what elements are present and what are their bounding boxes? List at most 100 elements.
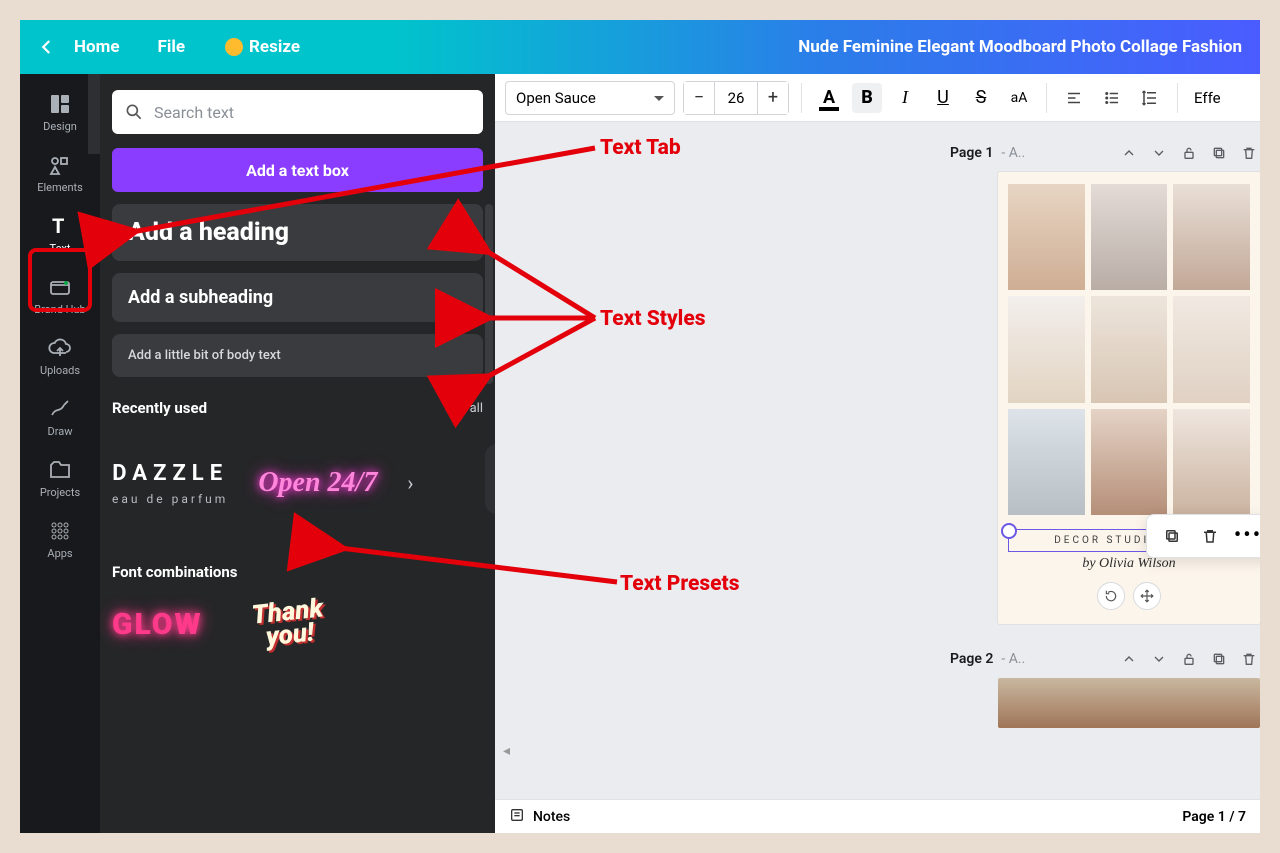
page2-duplicate-icon[interactable] [1208, 648, 1230, 670]
thumb[interactable] [1008, 184, 1085, 290]
combo-thank-you[interactable]: Thank you! [250, 597, 326, 651]
rail-design-label: Design [43, 120, 77, 133]
move-icon[interactable] [1133, 582, 1161, 610]
panel-scrollbar[interactable] [485, 204, 493, 384]
font-size-group: − + [683, 81, 789, 115]
page1-down[interactable] [1148, 142, 1170, 164]
duplicate-element-icon[interactable] [1161, 525, 1183, 547]
rail-draw[interactable]: Draw [30, 397, 90, 438]
thumb[interactable] [1091, 296, 1168, 402]
presets-next[interactable]: › [407, 471, 413, 495]
thumb[interactable] [1008, 296, 1085, 402]
resize-button[interactable]: Resize [225, 37, 300, 57]
home-link[interactable]: Home [74, 37, 120, 57]
page1-subtitle: - A.. [1001, 145, 1025, 161]
artboard-controls [1008, 582, 1250, 610]
effects-button[interactable]: Effe [1194, 89, 1221, 107]
page1-artboard[interactable]: DECOR STUDIO & CO. by Olivia Wilson ••• [998, 172, 1260, 624]
page2-subtitle: - A.. [1001, 651, 1025, 667]
thumb[interactable] [1173, 409, 1250, 515]
page1-header: Page 1 - A.. [950, 142, 1260, 164]
bold-button[interactable]: B [852, 83, 882, 113]
thumb[interactable] [1173, 184, 1250, 290]
document-title[interactable]: Nude Feminine Elegant Moodboard Photo Co… [798, 37, 1242, 57]
file-menu[interactable]: File [158, 37, 186, 57]
page2-delete-icon[interactable] [1238, 648, 1260, 670]
byline-text[interactable]: by Olivia Wilson [1008, 556, 1250, 572]
spacing-button[interactable] [1135, 83, 1165, 113]
page1-delete-icon[interactable] [1238, 142, 1260, 164]
page2-header: Page 2 - A.. [950, 648, 1260, 670]
text-toolbar: Open Sauce − + A B I U S aA Effe [495, 74, 1260, 122]
search-icon [124, 102, 144, 122]
back-button[interactable] [38, 38, 56, 56]
letter-case-button[interactable]: aA [1004, 83, 1034, 113]
page1-label: Page 1 [950, 145, 993, 161]
page1-lock-icon[interactable] [1178, 142, 1200, 164]
more-options-icon[interactable]: ••• [1237, 525, 1259, 547]
font-combinations-row: GLOW Thank you! [112, 601, 483, 648]
font-combinations-label: Font combinations [112, 563, 483, 581]
page1-up[interactable] [1118, 142, 1140, 164]
element-context-menu: ••• [1146, 514, 1260, 558]
separator [801, 83, 802, 113]
preset-open-247[interactable]: Open 24/7 [258, 467, 377, 499]
add-body-text-button[interactable]: Add a little bit of body text [112, 334, 483, 377]
notes-button[interactable]: Notes [533, 809, 570, 825]
thumb[interactable] [1008, 409, 1085, 515]
page1-duplicate-icon[interactable] [1208, 142, 1230, 164]
delete-element-icon[interactable] [1199, 525, 1221, 547]
search-text[interactable] [112, 90, 483, 134]
font-select[interactable]: Open Sauce [505, 81, 675, 115]
font-size-increase[interactable]: + [758, 82, 788, 114]
page2-artboard[interactable] [998, 678, 1260, 728]
rail-draw-label: Draw [48, 425, 73, 438]
thumb[interactable] [1091, 184, 1168, 290]
rail-projects[interactable]: Projects [30, 458, 90, 499]
page2-down[interactable] [1148, 648, 1170, 670]
page2-lock-icon[interactable] [1178, 648, 1200, 670]
bottom-bar: Notes Page 1 / 7 [495, 799, 1260, 833]
rail-apps-label: Apps [47, 547, 72, 560]
rail-uploads[interactable]: Uploads [30, 336, 90, 377]
align-button[interactable] [1059, 83, 1089, 113]
canvas-hscroll-left[interactable]: ◂ [503, 743, 519, 759]
font-size-decrease[interactable]: − [684, 82, 714, 114]
list-button[interactable] [1097, 83, 1127, 113]
text-panel: Add a text box Add a heading Add a subhe… [100, 74, 495, 833]
moodboard-grid [1008, 184, 1250, 515]
rail-scrollbar[interactable] [88, 74, 100, 154]
page-counter[interactable]: Page 1 / 7 [1182, 809, 1246, 825]
combo-glow[interactable]: GLOW [112, 607, 203, 642]
thumb[interactable] [1091, 409, 1168, 515]
text-color-button[interactable]: A [814, 83, 844, 113]
see-all-link[interactable]: See all [445, 401, 483, 416]
rail-projects-label: Projects [40, 486, 80, 499]
strikethrough-button[interactable]: S [966, 83, 996, 113]
rotate-icon[interactable] [1097, 582, 1125, 610]
thumb[interactable] [1173, 296, 1250, 402]
recently-used-label: Recently used [112, 399, 207, 417]
rail-uploads-label: Uploads [40, 364, 80, 377]
resize-label: Resize [249, 37, 300, 57]
notes-icon[interactable] [509, 807, 525, 827]
canvas-area: Open Sauce − + A B I U S aA Effe [495, 74, 1260, 833]
rail-elements[interactable]: Elements [30, 153, 90, 194]
preset-dazzle-sub: eau de parfum [112, 492, 228, 506]
underline-button[interactable]: U [928, 83, 958, 113]
recently-used-header: Recently used See all [112, 399, 483, 417]
search-input[interactable] [154, 103, 471, 122]
add-subheading-button[interactable]: Add a subheading [112, 273, 483, 322]
rail-elements-label: Elements [37, 181, 83, 194]
page2-label: Page 2 [950, 651, 993, 667]
add-text-box-button[interactable]: Add a text box [112, 148, 483, 192]
font-size-input[interactable] [714, 82, 758, 114]
side-rail: Design Elements T Text Brand Hub Uploads… [20, 74, 100, 833]
page2-up[interactable] [1118, 648, 1140, 670]
preset-dazzle[interactable]: DAZZLE eau de parfum [112, 461, 228, 506]
add-heading-button[interactable]: Add a heading [112, 204, 483, 261]
italic-button[interactable]: I [890, 83, 920, 113]
text-presets-row: DAZZLE eau de parfum Open 24/7 › [112, 433, 483, 533]
rail-apps[interactable]: Apps [30, 519, 90, 560]
rail-design[interactable]: Design [30, 92, 90, 133]
